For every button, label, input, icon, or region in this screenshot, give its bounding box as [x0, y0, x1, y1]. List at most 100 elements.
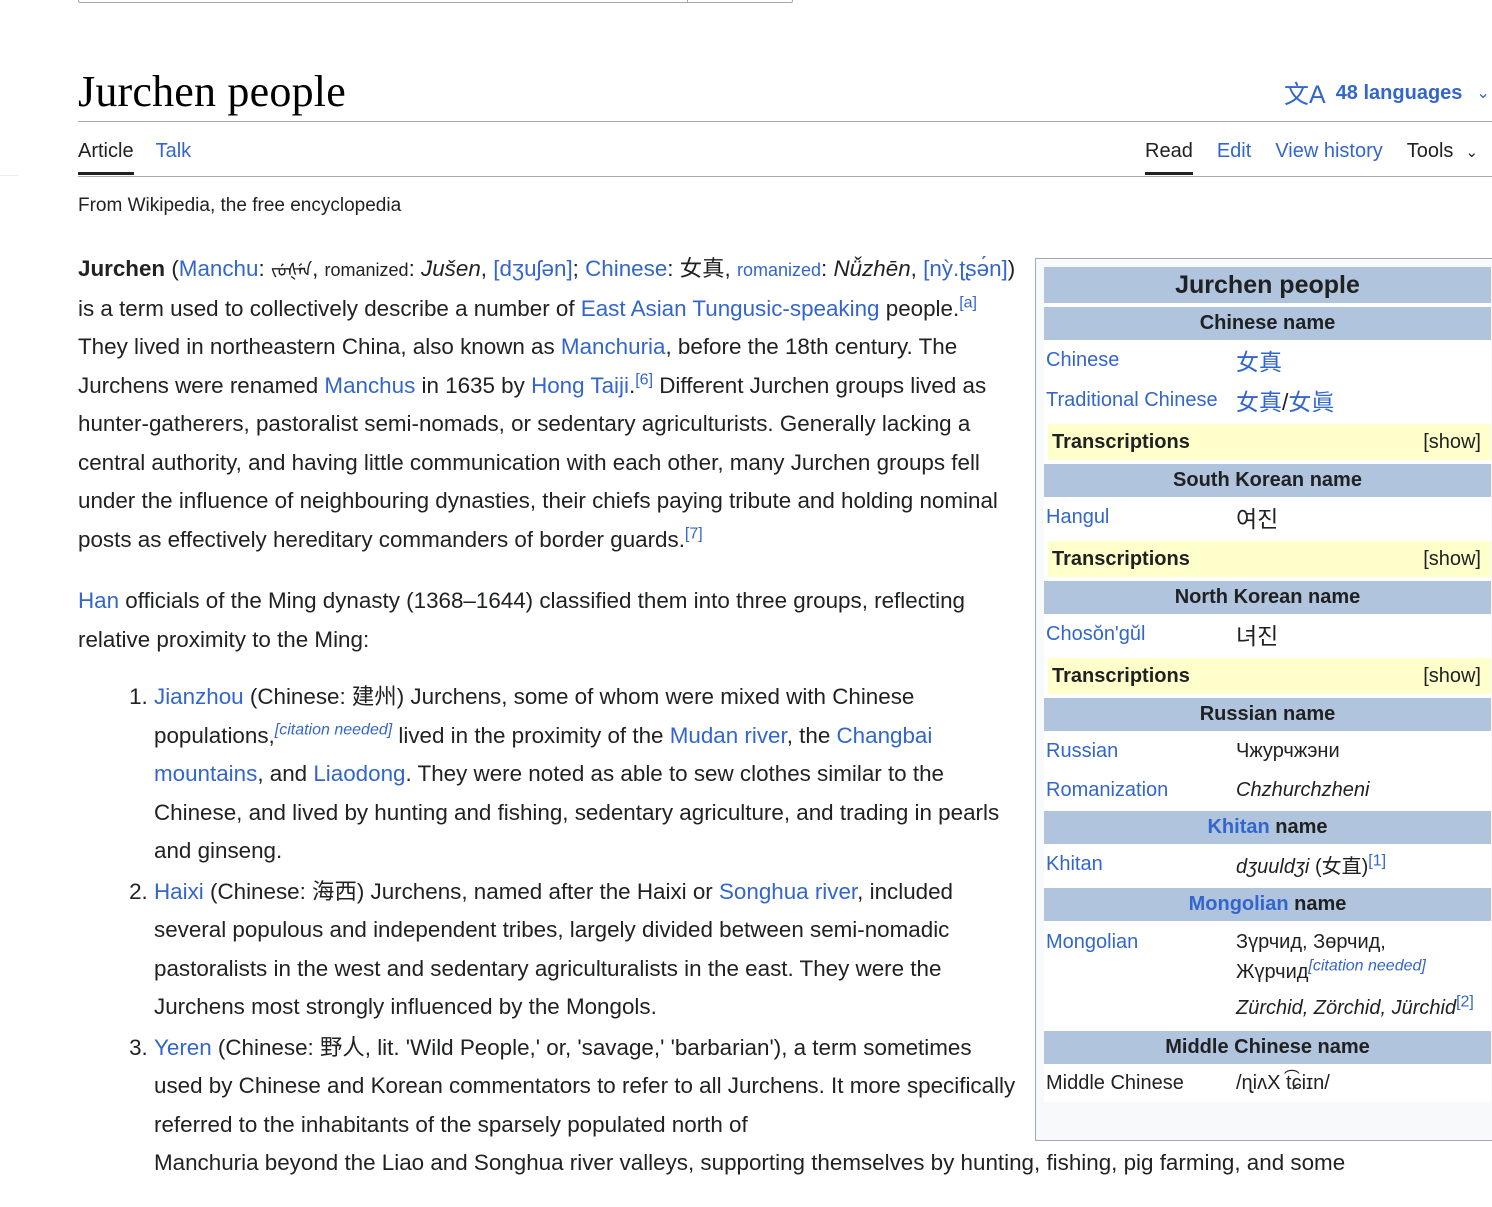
citation-needed-link[interactable]: [citation needed] — [1308, 957, 1425, 974]
khitan-chinese: (女直) — [1309, 855, 1369, 878]
khitan-value: dʒuuldʒi — [1236, 855, 1310, 878]
chinese-value-link[interactable]: 女真 — [1236, 349, 1282, 375]
russian-label-link[interactable]: Russian — [1044, 740, 1236, 763]
haixi-link[interactable]: Haixi — [154, 879, 204, 904]
item-text: Manchuria beyond the Liao and Songhua ri… — [154, 1150, 1346, 1175]
tabs-divider — [78, 176, 1492, 177]
mongolian-head-link[interactable]: Mongolian — [1189, 893, 1289, 915]
mongolian-cyrillic-2: Жүрчид — [1236, 961, 1309, 983]
language-button[interactable]: 文A 48 languages ⌄ — [1284, 78, 1490, 109]
intro-text: Different Jurchen groups lived as hunter… — [78, 372, 998, 552]
para-text: officials of the Ming dynasty (1368–1644… — [78, 588, 966, 652]
romanized-link[interactable]: romanized — [737, 260, 821, 280]
article-body: Jurchen (Manchu: ᠵᡠᡧᡝᠨ, romanized: Jušen… — [78, 250, 1345, 1185]
item-text: lived in the proximity of the — [392, 722, 670, 748]
citation-needed-link[interactable]: [citation needed] — [275, 721, 392, 738]
tab-article[interactable]: Article — [78, 140, 134, 175]
show-toggle[interactable]: [show] — [1423, 541, 1481, 577]
hong-taiji-link[interactable]: Hong Taiji — [531, 373, 629, 398]
tab-talk[interactable]: Talk — [156, 140, 192, 175]
item-text: (Chinese: 海西) Jurchens, named after the … — [203, 878, 719, 904]
mongolian-latin: Zürchid, Zörchid, Jürchid — [1236, 997, 1457, 1019]
tungusic-link[interactable]: East Asian Tungusic-speaking — [581, 296, 880, 321]
title-divider — [78, 121, 1492, 122]
transcriptions-row: Transcriptions [show] — [1048, 541, 1491, 577]
middle-chinese-value: /ɳiʌX t͡ɕiɪn/ — [1236, 1071, 1330, 1094]
show-toggle[interactable]: [show] — [1423, 424, 1481, 460]
chosongul-value: 녀진 — [1236, 623, 1279, 649]
infobox-title: Jurchen people — [1044, 267, 1491, 303]
infobox-section-header: Russian name — [1044, 698, 1491, 731]
romanization-value: Chzhurchzheni — [1236, 778, 1370, 801]
chevron-down-icon: ⌄ — [1476, 85, 1490, 102]
sidebar-edge — [0, 175, 18, 176]
chinese-link[interactable]: Chinese — [585, 256, 667, 281]
intro-text: They lived in northeastern China, also k… — [78, 334, 561, 359]
item-text: , the — [786, 722, 837, 748]
khitan-label-link[interactable]: Khitan — [1044, 853, 1236, 876]
citation-needed-text: [citation needed] — [1308, 957, 1426, 975]
ipa-manchu-link[interactable]: [dʒuʃən] — [493, 256, 572, 281]
show-toggle[interactable]: [show] — [1423, 658, 1481, 694]
liaodong-link[interactable]: Liaodong — [313, 761, 405, 786]
tools-label: Tools — [1406, 140, 1454, 162]
khitan-head-link[interactable]: Khitan — [1207, 816, 1269, 838]
ref-6[interactable]: [6] — [635, 371, 653, 388]
item-text: (Chinese: 野人, lit. 'Wild People,' or, 's… — [154, 1034, 1016, 1137]
language-count: 48 languages — [1335, 81, 1463, 104]
transcriptions-row: Transcriptions [show] — [1048, 424, 1491, 460]
groups-paragraph: Han officials of the Ming dynasty (1368–… — [78, 582, 1018, 659]
intro-text: people. — [879, 295, 960, 321]
ref-2[interactable]: [2] — [1456, 993, 1474, 1010]
yeren-link[interactable]: Yeren — [154, 1035, 212, 1060]
search-bar-edge — [78, 0, 793, 3]
list-item: Haixi (Chinese: 海西) Jurchens, named afte… — [154, 873, 1024, 1027]
chinese-name: 女真 — [679, 256, 725, 281]
traditional-chinese-label-link[interactable]: Traditional Chinese — [1044, 389, 1236, 412]
jianzhou-link[interactable]: Jianzhou — [154, 684, 244, 709]
page-title: Jurchen people — [78, 67, 346, 116]
intro-paragraph: Jurchen (Manchu: ᠵᡠᡧᡝᠨ, romanized: Jušen… — [78, 256, 1016, 552]
manchuria-link[interactable]: Manchuria — [561, 334, 666, 359]
ipa-chinese-link[interactable]: [nỳ.ʈʂə́n] — [923, 256, 1008, 281]
infobox: Jurchen people Chinese name Chinese 女真 T… — [1035, 258, 1492, 1141]
citation-needed-text: [citation needed] — [274, 721, 393, 739]
header-text: name — [1288, 893, 1347, 915]
hangul-label-link[interactable]: Hangul — [1044, 506, 1236, 529]
mudan-river-link[interactable]: Mudan river — [670, 723, 787, 748]
transcriptions-label: Transcriptions — [1052, 548, 1190, 570]
manchus-link[interactable]: Manchus — [324, 373, 415, 398]
ref-7[interactable]: [7] — [685, 525, 703, 542]
transcriptions-label: Transcriptions — [1052, 665, 1190, 687]
ref-a[interactable]: [a] — [959, 294, 977, 311]
hangul-value: 여진 — [1236, 506, 1279, 532]
infobox-section-header: North Korean name — [1044, 581, 1491, 614]
infobox-section-header: Middle Chinese name — [1044, 1031, 1491, 1064]
tab-view-history[interactable]: View history — [1275, 140, 1382, 175]
traditional-variant-link[interactable]: 女眞 — [1288, 389, 1334, 415]
romanization-label-link[interactable]: Romanization — [1044, 779, 1236, 802]
romanized-manchu: Jušen — [421, 256, 481, 281]
infobox-section-header: South Korean name — [1044, 464, 1491, 497]
manchu-script: ᠵᡠᡧᡝᠨ — [270, 260, 313, 280]
header-text: name — [1269, 816, 1328, 838]
manchu-link[interactable]: Manchu — [179, 256, 259, 281]
han-link[interactable]: Han — [78, 588, 119, 613]
lead-term: Jurchen — [78, 256, 166, 281]
tab-read[interactable]: Read — [1145, 140, 1193, 175]
infobox-section-header: Mongolian name — [1044, 888, 1491, 921]
tab-edit[interactable]: Edit — [1217, 140, 1251, 175]
songhua-river-link[interactable]: Songhua river — [719, 879, 857, 904]
ref-1[interactable]: [1] — [1368, 852, 1386, 869]
intro-text: in 1635 by — [415, 372, 532, 398]
romanized-label: romanized — [324, 260, 409, 280]
transcriptions-label: Transcriptions — [1052, 431, 1190, 453]
tools-menu[interactable]: Tools ⌄ — [1407, 140, 1478, 175]
chosongul-label-link[interactable]: Chosŏn'gŭl — [1044, 623, 1236, 646]
mongolian-label-link[interactable]: Mongolian — [1044, 927, 1236, 957]
site-tagline: From Wikipedia, the free encyclopedia — [78, 195, 402, 216]
mongolian-cyrillic: Зүрчид, Зөрчид, — [1236, 931, 1386, 953]
chinese-label-link[interactable]: Chinese — [1044, 349, 1236, 372]
list-item: Jianzhou (Chinese: 建州) Jurchens, some of… — [154, 678, 1024, 871]
traditional-value-link[interactable]: 女真 — [1236, 389, 1282, 415]
